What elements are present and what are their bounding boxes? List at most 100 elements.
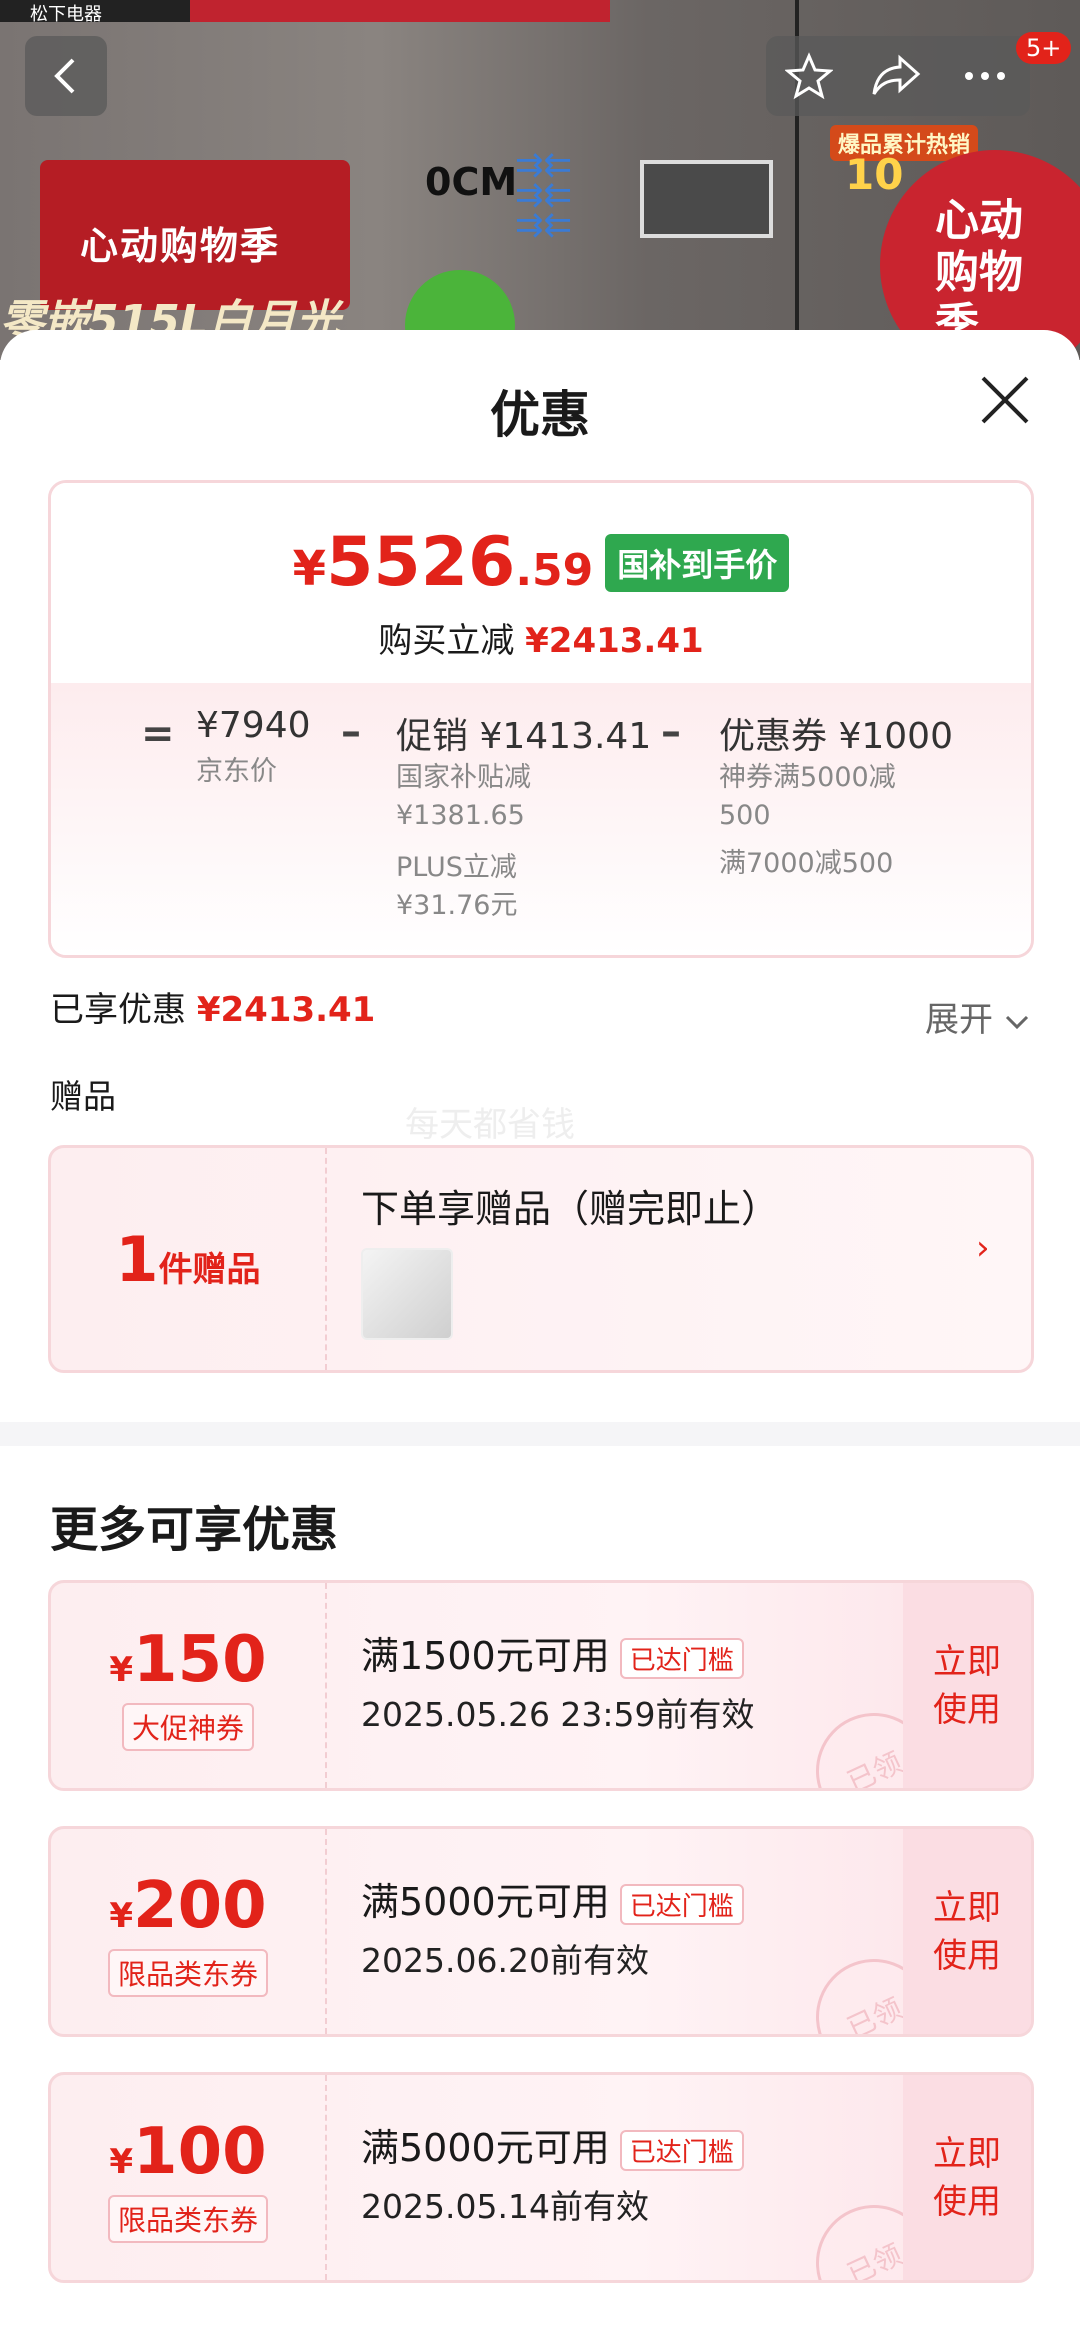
use-now-line1: 立即 [933, 1641, 1001, 1682]
banner-hot-num: 10 [845, 150, 904, 199]
threshold-reached-badge: 已达门槛 [619, 1884, 744, 1925]
coupon-amount-block: ¥150 大促神券 [51, 1583, 327, 1788]
gift-count-unit: 件赠品 [158, 1249, 261, 1290]
expand-button[interactable]: 展开 [925, 992, 1030, 1041]
final-price-row: ¥5526.59 国补到手价 [51, 523, 1031, 602]
instant-discount-row: 购买立减 ¥2413.41 [51, 613, 1031, 662]
brand-strip: 松下电器 [0, 0, 190, 25]
coupon-amount: ¥100 [51, 2115, 325, 2189]
yen-symbol: ¥ [292, 541, 327, 597]
expand-label: 展开 [925, 1000, 993, 1040]
price-integer: 5526 [326, 523, 516, 602]
share-icon[interactable] [870, 52, 922, 100]
chevron-right-icon: › [976, 1228, 990, 1268]
star-icon[interactable] [784, 52, 833, 100]
final-price: ¥5526.59 [293, 523, 594, 602]
threshold-reached-badge: 已达门槛 [619, 2130, 744, 2171]
gift-count: 1 件赠品 [51, 1148, 327, 1370]
use-now-line2: 使用 [933, 2181, 1001, 2222]
price-decimal: .59 [515, 545, 594, 596]
banner-ocm: 0CM [425, 160, 518, 204]
coupon-amount-value: 150 [133, 1623, 267, 1697]
coupon-validity: 2025.05.14前有效 [361, 2187, 649, 2226]
coupon-validity: 2025.05.26 23:59前有效 [361, 1695, 755, 1734]
coupon-sub-1-amount: 500 [719, 800, 771, 831]
coupon-yen: ¥ [109, 1896, 134, 1936]
coupon-label: 优惠券 [719, 716, 828, 757]
gift-card[interactable]: 1 件赠品 下单享赠品（赠完即止） › [48, 1145, 1034, 1373]
jd-price-label: 京东价 [196, 756, 277, 787]
chevron-left-icon [54, 58, 75, 94]
chevron-down-icon [1005, 1015, 1028, 1030]
coupon-type: 限品类东券 [107, 1949, 268, 1997]
minus-sign: – [341, 709, 361, 755]
coupon-amount-value: 100 [133, 2115, 267, 2189]
coupon-value: ¥1000 [838, 716, 953, 757]
coupon-row: 优惠券 ¥1000 [719, 707, 953, 759]
enjoyed-discount: 已享优惠 ¥2413.41 [50, 982, 375, 1031]
coupon-condition: 满5000元可用 已达门槛 [361, 1871, 744, 1926]
banner-house-text: 心动购物季 [80, 224, 281, 268]
promo-value: ¥1413.41 [479, 716, 652, 757]
coupon-sub-2: 满7000减500 [719, 848, 894, 879]
coupon-amount: ¥150 [51, 1623, 325, 1697]
subsidy-price-tag: 国补到手价 [605, 533, 790, 592]
coupon-type: 大促神券 [121, 1703, 254, 1751]
promo-label: 促销 [396, 716, 469, 757]
plus-value: ¥31.76元 [396, 890, 518, 921]
message-badge: 5+ [1016, 32, 1072, 64]
banner-arrows-icon: ⇉⇇ ⇉⇇ ⇉⇇ [515, 145, 572, 245]
coupon-card: ¥100 限品类东券 满5000元可用 已达门槛 2025.05.14前有效 已领… [48, 2072, 1034, 2283]
use-now-button[interactable]: 立即 使用 [903, 1829, 1031, 2034]
instant-discount-label: 购买立减 [378, 621, 515, 661]
coupon-sub-1-text: 神券满5000减 [719, 762, 896, 793]
instant-discount-value: ¥2413.41 [525, 621, 704, 661]
use-now-button[interactable]: 立即 使用 [903, 2075, 1031, 2280]
subsidy-value: ¥1381.65 [396, 800, 525, 831]
use-now-line2: 使用 [933, 1689, 1001, 1730]
price-breakdown-card: ¥5526.59 国补到手价 购买立减 ¥2413.41 = ¥7940 京东价 … [48, 480, 1034, 958]
coupon-card: ¥200 限品类东券 满5000元可用 已达门槛 2025.06.20前有效 已领… [48, 1826, 1034, 2037]
promo-plus: PLUS立减 ¥31.76元 [396, 849, 517, 925]
use-now-line1: 立即 [933, 1887, 1001, 1928]
coupon-amount-block: ¥100 限品类东券 [51, 2075, 327, 2280]
promo-subsidy: 国家补贴减 ¥1381.65 [396, 759, 531, 835]
coupon-condition-text: 满5000元可用 [361, 2126, 610, 2170]
coupon-validity: 2025.06.20前有效 [361, 1941, 649, 1980]
coupon-sub-1: 神券满5000减 500 [719, 759, 896, 835]
section-divider [0, 1422, 1080, 1446]
use-now-button[interactable]: 立即 使用 [903, 1583, 1031, 1788]
coupon-condition: 满1500元可用 已达门槛 [361, 1625, 744, 1680]
price-summary: ¥5526.59 国补到手价 购买立减 ¥2413.41 [51, 483, 1031, 683]
coupon-yen: ¥ [109, 1650, 134, 1690]
use-now-line2: 使用 [933, 1935, 1001, 1976]
threshold-reached-badge: 已达门槛 [619, 1638, 744, 1679]
coupon-amount-block: ¥200 限品类东券 [51, 1829, 327, 2034]
coupon-yen: ¥ [109, 2142, 134, 2182]
back-button[interactable] [25, 36, 107, 116]
top-actions [766, 36, 1030, 116]
use-now-line1: 立即 [933, 2133, 1001, 2174]
gift-thumbnail[interactable] [361, 1248, 453, 1340]
banner-photo [640, 160, 773, 238]
coupon-card: ¥150 大促神券 满1500元可用 已达门槛 2025.05.26 23:59前… [48, 1580, 1034, 1791]
equals-sign: = [141, 711, 175, 757]
subsidy-label: 国家补贴减 [396, 762, 531, 793]
more-discounts-title: 更多可享优惠 [50, 1502, 339, 1558]
enjoyed-label: 已享优惠 [50, 990, 186, 1030]
watermark-text: 每天都省钱 [405, 1105, 575, 1145]
sheet-title: 优惠 [490, 386, 590, 444]
minus-sign-2: – [661, 709, 681, 755]
promo-row: 促销 ¥1413.41 [396, 707, 651, 759]
coupon-condition-text: 满5000元可用 [361, 1880, 610, 1924]
gift-section-label: 赠品 [50, 1077, 116, 1116]
more-icon[interactable] [959, 52, 1011, 100]
gift-title: 下单享赠品（赠完即止） [361, 1187, 780, 1231]
banner-circle-text: 心动购物季 [935, 195, 1023, 350]
close-icon[interactable] [975, 370, 1035, 430]
coupon-type: 限品类东券 [107, 2195, 268, 2243]
coupon-amount-value: 200 [133, 1869, 267, 1943]
coupon-condition: 满5000元可用 已达门槛 [361, 2117, 744, 2172]
coupon-condition-text: 满1500元可用 [361, 1634, 610, 1678]
enjoyed-value: ¥2413.41 [196, 990, 376, 1030]
